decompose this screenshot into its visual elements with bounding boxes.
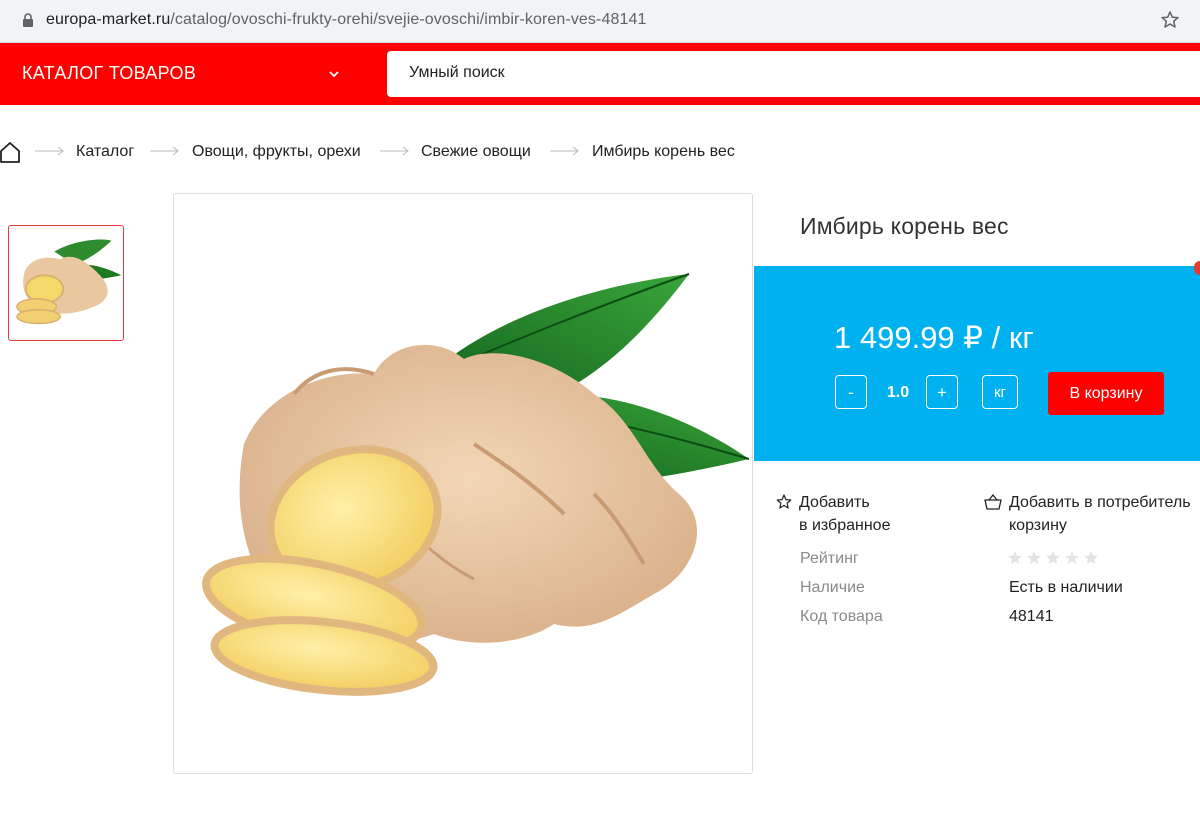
site-header: КАТАЛОГ ТОВАРОВ — [0, 43, 1200, 105]
add-to-consumer-basket-button[interactable]: Добавить в потребитель корзину — [984, 491, 1200, 541]
rating-stars[interactable] — [1007, 550, 1102, 566]
add-to-favorites-button[interactable]: Добавить в избранное — [776, 491, 946, 541]
breadcrumb-current: Имбирь корень вес — [592, 143, 735, 160]
product-main-image — [173, 193, 753, 774]
breadcrumb-arrow-icon — [150, 146, 179, 156]
product-code-label: Код товара — [800, 608, 883, 625]
ginger-root-image — [202, 273, 750, 696]
breadcrumb-catalog[interactable]: Каталог — [76, 143, 134, 161]
search-input[interactable] — [409, 64, 1169, 82]
rating-star-icon[interactable] — [1083, 550, 1099, 566]
catalog-menu-button[interactable]: КАТАЛОГ ТОВАРОВ — [0, 43, 372, 105]
add-to-cart-button[interactable]: В корзину — [1048, 372, 1164, 415]
basket-line-2: корзину — [1009, 517, 1067, 534]
catalog-menu-label: КАТАЛОГ ТОВАРОВ — [22, 63, 197, 83]
rating-label: Рейтинг — [800, 550, 859, 567]
rating-star-icon[interactable] — [1064, 550, 1080, 566]
quantity-value[interactable]: 1.0 — [878, 384, 918, 402]
bookmark-star-icon[interactable] — [1160, 10, 1180, 30]
rating-star-icon[interactable] — [1026, 550, 1042, 566]
unit-selector-button[interactable]: кг — [982, 375, 1018, 409]
consumer-basket-label: Добавить в потребитель корзину — [1009, 491, 1200, 537]
url-path: /catalog/ovoschi-frukty-orehi/svejie-ovo… — [170, 11, 647, 28]
basket-icon — [984, 494, 1002, 510]
product-price: 1 499.99 ₽ / кг — [834, 320, 1034, 355]
breadcrumb: Каталог Овощи, фрукты, орехи Свежие овощ… — [0, 140, 800, 166]
url-host: europa-market.ru — [46, 11, 171, 28]
rating-star-icon[interactable] — [1007, 550, 1023, 566]
rating-star-icon[interactable] — [1045, 550, 1061, 566]
availability-label: Наличие — [800, 579, 865, 596]
add-to-favorites-label: Добавить в избранное — [799, 491, 949, 537]
quantity-decrease-button[interactable]: - — [835, 375, 867, 409]
browser-address-bar: europa-market.ru/catalog/ovoschi-frukty-… — [0, 0, 1200, 43]
quantity-increase-button[interactable]: + — [926, 375, 958, 409]
home-icon[interactable] — [0, 141, 20, 163]
url-field[interactable]: europa-market.ru/catalog/ovoschi-frukty-… — [46, 11, 646, 29]
notification-dot — [1194, 261, 1200, 275]
breadcrumb-arrow-icon — [550, 146, 579, 156]
search-box — [387, 51, 1200, 97]
breadcrumb-arrow-icon — [380, 146, 409, 156]
favorites-line-1: Добавить — [799, 494, 870, 511]
chevron-down-icon — [329, 71, 339, 78]
availability-value: Есть в наличии — [1009, 579, 1123, 596]
breadcrumb-fresh-vegetables[interactable]: Свежие овощи — [421, 143, 531, 161]
basket-line-1: Добавить в потребитель — [1009, 494, 1191, 511]
price-panel: 1 499.99 ₽ / кг - 1.0 + кг В корзину — [754, 266, 1200, 461]
lock-icon — [23, 13, 33, 27]
product-thumbnail[interactable] — [8, 225, 124, 341]
ginger-thumbnail-image — [16, 239, 122, 325]
product-title: Имбирь корень вес — [800, 213, 1009, 239]
product-code-value: 48141 — [1009, 608, 1054, 625]
breadcrumb-arrow-icon — [35, 146, 64, 156]
star-outline-icon — [776, 494, 792, 509]
breadcrumb-vegetables-fruits-nuts[interactable]: Овощи, фрукты, орехи — [192, 143, 361, 161]
favorites-line-2: в избранное — [799, 517, 891, 534]
